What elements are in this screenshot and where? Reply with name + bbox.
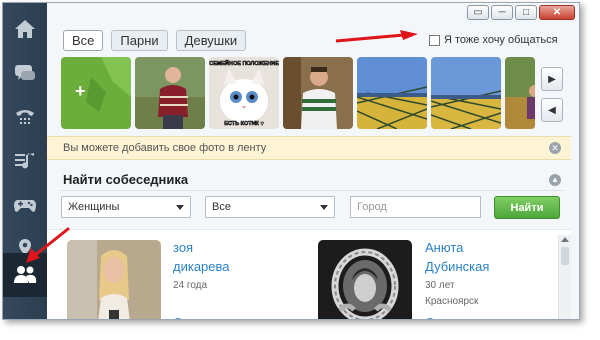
results-list: зоя дикарева 24 года Анюта Дубинская 30 … [47, 229, 571, 319]
music-icon [15, 153, 34, 169]
age-select-value: Все [212, 201, 231, 213]
age-select[interactable]: Все [205, 196, 335, 218]
add-photo-icon: + [61, 57, 131, 129]
want-to-chat-option[interactable]: Я тоже хочу общаться [429, 34, 558, 46]
scrollbar-thumb[interactable] [561, 247, 569, 265]
online-status-icon [173, 318, 183, 319]
annotation-arrow-icon [336, 30, 418, 43]
result-2-last-name[interactable]: Дубинская [425, 259, 489, 274]
photo-cat-meme: СЕМЕЙНОЕ ПОЛОЖЕНИЕ ЕСТЬ КОТИК ♥ [209, 57, 279, 129]
app-window: ▭ ─ □ ✕ Все Парни Девушки Я тоже хочу об… [2, 2, 580, 320]
meme-top-text: СЕМЕЙНОЕ ПОЛОЖЕНИЕ [209, 59, 279, 67]
results-scrollbar[interactable] [558, 235, 571, 319]
result-1-last-name[interactable]: дикарева [173, 259, 230, 274]
city-input[interactable] [350, 196, 481, 218]
result-2-first-name[interactable]: Анюта [425, 240, 463, 255]
result-2-age: 30 лет [425, 280, 455, 291]
want-to-chat-checkbox[interactable] [429, 34, 440, 46]
sidebar-item-home[interactable] [3, 7, 47, 51]
collapse-icon[interactable]: ▲ [549, 174, 561, 186]
strip-photo-1[interactable] [135, 57, 205, 129]
want-to-chat-label: Я тоже хочу общаться [444, 34, 558, 46]
meme-bottom-text: ЕСТЬ КОТИК ♥ [224, 121, 263, 127]
strip-next-button[interactable]: ▶ [541, 67, 563, 91]
tab-all[interactable]: Все [63, 30, 104, 51]
photo-young-woman [67, 240, 161, 319]
chevron-down-icon [176, 205, 184, 210]
scroll-up-icon[interactable] [561, 237, 569, 242]
info-bar: Вы можете добавить свое фото в ленту ✕ [47, 136, 571, 160]
divider [59, 190, 565, 191]
online-status-icon [425, 318, 435, 319]
phone-icon [16, 110, 34, 124]
info-bar-text: Вы можете добавить свое фото в ленту [63, 142, 267, 154]
gamepad-icon [14, 200, 36, 212]
result-photo-2[interactable] [318, 240, 412, 319]
photo-strip: + СЕМЕЙНОЕ ПОЛОЖЕНИЕ ЕСТЬ КОТИК ♥ [61, 57, 535, 131]
tab-guys[interactable]: Парни [111, 30, 168, 51]
result-1-age: 24 года [173, 280, 208, 291]
photo-fence-2 [431, 57, 501, 129]
chat-icon [15, 65, 35, 80]
result-2-city: Красноярск [425, 296, 479, 307]
strip-navigation: ▶ ◀ [541, 67, 563, 122]
add-photo-plus: + [75, 81, 86, 101]
strip-photo-2[interactable]: СЕМЕЙНОЕ ПОЛОЖЕНИЕ ЕСТЬ КОТИК ♥ [209, 57, 279, 129]
sidebar-item-games[interactable] [3, 183, 47, 227]
find-button[interactable]: Найти [494, 196, 560, 219]
sidebar-item-chat[interactable] [3, 51, 47, 95]
gender-select-value: Женщины [68, 201, 120, 213]
gender-select[interactable]: Женщины [61, 196, 191, 218]
sidebar-item-calls[interactable] [3, 95, 47, 139]
strip-photo-6[interactable] [505, 57, 535, 129]
add-photo-tile[interactable]: + [61, 57, 131, 129]
window-controls: ▭ ─ □ ✕ [467, 5, 575, 20]
minimize-button[interactable]: ─ [491, 5, 513, 20]
result-1-first-name[interactable]: зоя [173, 240, 193, 255]
strip-photo-3[interactable] [283, 57, 353, 129]
tab-girls[interactable]: Девушки [175, 30, 247, 51]
photo-park [505, 57, 535, 129]
close-button[interactable]: ✕ [539, 5, 575, 20]
maximize-button[interactable]: □ [515, 5, 537, 20]
photo-man-garden [135, 57, 205, 129]
photo-man-striped-sweater [283, 57, 353, 129]
restore-button[interactable]: ▭ [467, 5, 489, 20]
gender-filter-tabs: Все Парни Девушки [63, 30, 247, 51]
strip-photo-5[interactable] [431, 57, 501, 129]
chevron-down-icon [320, 205, 328, 210]
sidebar [3, 3, 47, 319]
screenshot-root: ▭ ─ □ ✕ Все Парни Девушки Я тоже хочу об… [0, 0, 600, 340]
photo-fence-1 [357, 57, 427, 129]
photo-woman-mirror-frame [318, 240, 412, 319]
strip-photo-4[interactable] [357, 57, 427, 129]
result-photo-1[interactable] [67, 240, 161, 319]
annotation-arrow-icon [26, 227, 70, 263]
search-panel-title: Найти собеседника [63, 172, 189, 187]
info-bar-close-icon[interactable]: ✕ [549, 142, 561, 154]
strip-prev-button[interactable]: ◀ [541, 98, 563, 122]
sidebar-item-music[interactable] [3, 139, 47, 183]
home-icon [15, 20, 35, 38]
